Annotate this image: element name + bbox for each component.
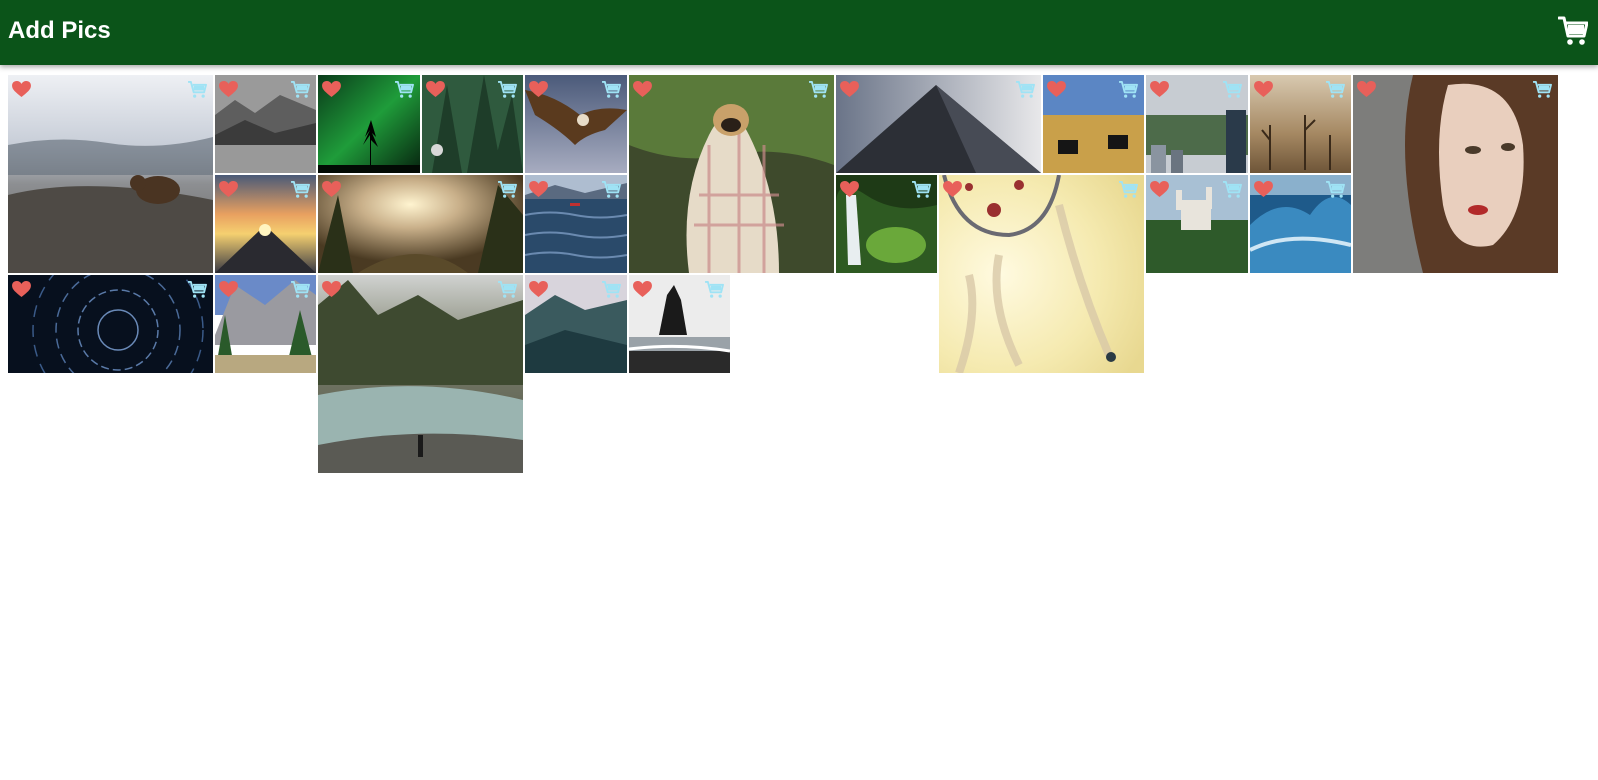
photo-tile[interactable]	[422, 75, 523, 173]
heart-icon[interactable]	[426, 81, 445, 98]
shopping-cart-icon[interactable]	[705, 281, 724, 298]
app-header: Add Pics	[0, 0, 1598, 65]
heart-icon[interactable]	[633, 81, 652, 98]
shopping-cart-icon[interactable]	[809, 81, 828, 98]
photo-tile[interactable]	[318, 75, 420, 173]
photo-tile[interactable]	[1250, 75, 1351, 173]
shopping-cart-icon[interactable]	[1533, 81, 1552, 98]
photo-bear	[8, 75, 213, 273]
shopping-cart-icon[interactable]	[498, 181, 517, 198]
heart-icon[interactable]	[1254, 181, 1273, 198]
photo-tile[interactable]	[836, 175, 937, 273]
heart-icon[interactable]	[322, 281, 341, 298]
shopping-cart-icon[interactable]	[498, 81, 517, 98]
photo-tile[interactable]	[629, 75, 834, 273]
heart-icon[interactable]	[219, 81, 238, 98]
photo-tile[interactable]	[525, 275, 627, 373]
heart-icon[interactable]	[529, 181, 548, 198]
shopping-cart-icon[interactable]	[1326, 81, 1345, 98]
heart-icon[interactable]	[219, 281, 238, 298]
shopping-cart-icon[interactable]	[498, 281, 517, 298]
photo-tile[interactable]	[939, 175, 1144, 373]
heart-icon[interactable]	[1254, 81, 1273, 98]
photo-tile[interactable]	[629, 275, 730, 373]
photo-tile[interactable]	[318, 275, 523, 473]
heart-icon[interactable]	[529, 281, 548, 298]
photo-tile[interactable]	[525, 75, 627, 173]
shopping-cart-icon[interactable]	[188, 81, 207, 98]
shopping-cart-icon[interactable]	[912, 181, 931, 198]
photo-tile[interactable]	[8, 275, 213, 373]
photo-pug-in-blanket	[629, 75, 834, 273]
photo-tile[interactable]	[1146, 75, 1248, 173]
photo-valley-sunrise	[318, 175, 523, 273]
photo-tile[interactable]	[215, 175, 316, 273]
shopping-cart-icon[interactable]	[291, 181, 310, 198]
photo-tile[interactable]	[215, 75, 316, 173]
heart-icon[interactable]	[1150, 181, 1169, 198]
shopping-cart-icon[interactable]	[1119, 181, 1138, 198]
app-title: Add Pics	[8, 17, 111, 44]
shopping-cart-icon[interactable]	[1223, 81, 1242, 98]
heart-icon[interactable]	[219, 181, 238, 198]
heart-icon[interactable]	[1357, 81, 1376, 98]
photo-river-hiker	[318, 275, 523, 473]
photo-tile[interactable]	[8, 75, 213, 273]
heart-icon[interactable]	[633, 281, 652, 298]
shopping-cart-icon[interactable]	[188, 281, 207, 298]
photo-tile[interactable]	[1353, 75, 1558, 273]
shopping-cart-icon[interactable]	[291, 81, 310, 98]
heart-icon[interactable]	[12, 281, 31, 298]
shopping-cart-icon[interactable]	[1557, 15, 1589, 47]
photo-tile[interactable]	[318, 175, 523, 273]
heart-icon[interactable]	[943, 181, 962, 198]
photo-tile[interactable]	[836, 75, 1041, 173]
heart-icon[interactable]	[840, 181, 859, 198]
heart-icon[interactable]	[1047, 81, 1066, 98]
shopping-cart-icon[interactable]	[291, 281, 310, 298]
shopping-cart-icon[interactable]	[1119, 81, 1138, 98]
photo-tile[interactable]	[1146, 175, 1248, 273]
shopping-cart-icon[interactable]	[1326, 181, 1345, 198]
heart-icon[interactable]	[322, 181, 341, 198]
heart-icon[interactable]	[529, 81, 548, 98]
shopping-cart-icon[interactable]	[1016, 81, 1035, 98]
photo-tile[interactable]	[525, 175, 627, 273]
photo-gallery	[8, 75, 1590, 495]
photo-star-trails	[8, 275, 213, 373]
heart-icon[interactable]	[322, 81, 341, 98]
photo-woman-portrait	[1353, 75, 1558, 273]
photo-skyscraper	[836, 75, 1041, 173]
photo-dreamcatcher	[939, 175, 1144, 373]
photo-tile[interactable]	[1043, 75, 1144, 173]
photo-tile[interactable]	[215, 275, 316, 373]
shopping-cart-icon[interactable]	[602, 81, 621, 98]
heart-icon[interactable]	[12, 81, 31, 98]
heart-icon[interactable]	[840, 81, 859, 98]
shopping-cart-icon[interactable]	[602, 181, 621, 198]
shopping-cart-icon[interactable]	[395, 81, 414, 98]
shopping-cart-icon[interactable]	[602, 281, 621, 298]
shopping-cart-icon[interactable]	[1223, 181, 1242, 198]
photo-tile[interactable]	[1250, 175, 1351, 273]
heart-icon[interactable]	[1150, 81, 1169, 98]
